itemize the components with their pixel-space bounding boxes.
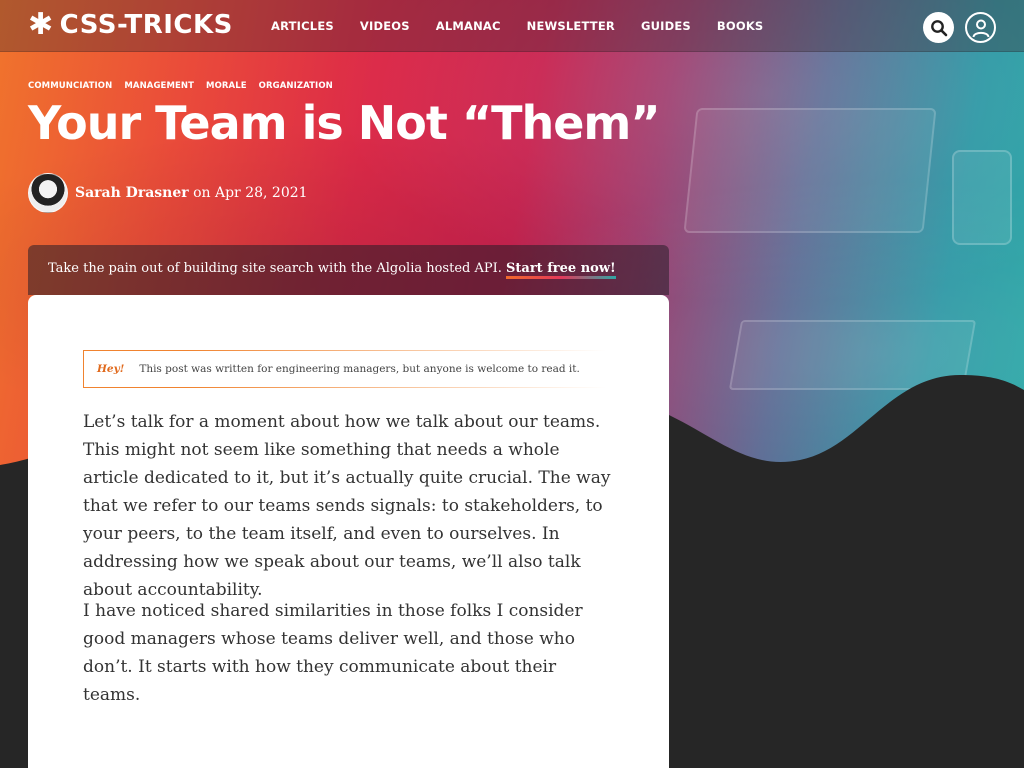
article-tags: COMMUNCIATION MANAGEMENT MORALE ORGANIZA… (28, 81, 333, 91)
publish-date: Apr 28, 2021 (214, 185, 308, 201)
note-text: This post was written for engineering ma… (139, 363, 580, 375)
date-prefix: on (193, 185, 211, 201)
search-button[interactable] (923, 12, 954, 43)
article-byline: Sarah Drasner on Apr 28, 2021 (28, 173, 308, 213)
main-nav: ARTICLES VIDEOS ALMANAC NEWSLETTER GUIDE… (271, 19, 763, 33)
tag-link[interactable]: MORALE (206, 81, 247, 91)
search-icon (930, 19, 947, 36)
nav-item-guides[interactable]: GUIDES (641, 19, 691, 33)
nav-item-videos[interactable]: VIDEOS (360, 19, 410, 33)
tag-link[interactable]: MANAGEMENT (124, 81, 194, 91)
background-phone-image (952, 150, 1012, 245)
tag-link[interactable]: COMMUNCIATION (28, 81, 112, 91)
article-paragraph: Let’s talk for a moment about how we tal… (83, 412, 611, 600)
sponsor-banner: Take the pain out of building site searc… (28, 245, 669, 295)
nav-item-articles[interactable]: ARTICLES (271, 19, 334, 33)
user-icon (972, 19, 989, 37)
note-label: Hey! (97, 363, 125, 375)
background-laptop-image (683, 108, 937, 233)
author-avatar[interactable] (28, 173, 68, 213)
article-title: Your Team is Not “Them” (28, 96, 661, 150)
site-header: ✱ CSS-TRICKS ARTICLES VIDEOS ALMANAC NEW… (0, 0, 1024, 52)
tag-link[interactable]: ORGANIZATION (259, 81, 333, 91)
article-card: Hey! This post was written for engineeri… (28, 295, 669, 768)
nav-item-books[interactable]: BOOKS (717, 19, 764, 33)
article-paragraph: I have noticed shared similarities in th… (83, 601, 583, 705)
sponsor-link[interactable]: Start free now! (506, 261, 616, 279)
nav-item-newsletter[interactable]: NEWSLETTER (527, 19, 615, 33)
asterisk-icon: ✱ (28, 7, 54, 42)
account-button[interactable] (965, 12, 996, 43)
author-link[interactable]: Sarah Drasner (75, 185, 189, 201)
nav-item-almanac[interactable]: ALMANAC (436, 19, 501, 33)
logo-text: CSS-TRICKS (59, 10, 233, 40)
site-logo[interactable]: ✱ CSS-TRICKS (28, 7, 233, 42)
article-note: Hey! This post was written for engineeri… (83, 350, 605, 388)
sponsor-text: Take the pain out of building site searc… (48, 261, 507, 276)
